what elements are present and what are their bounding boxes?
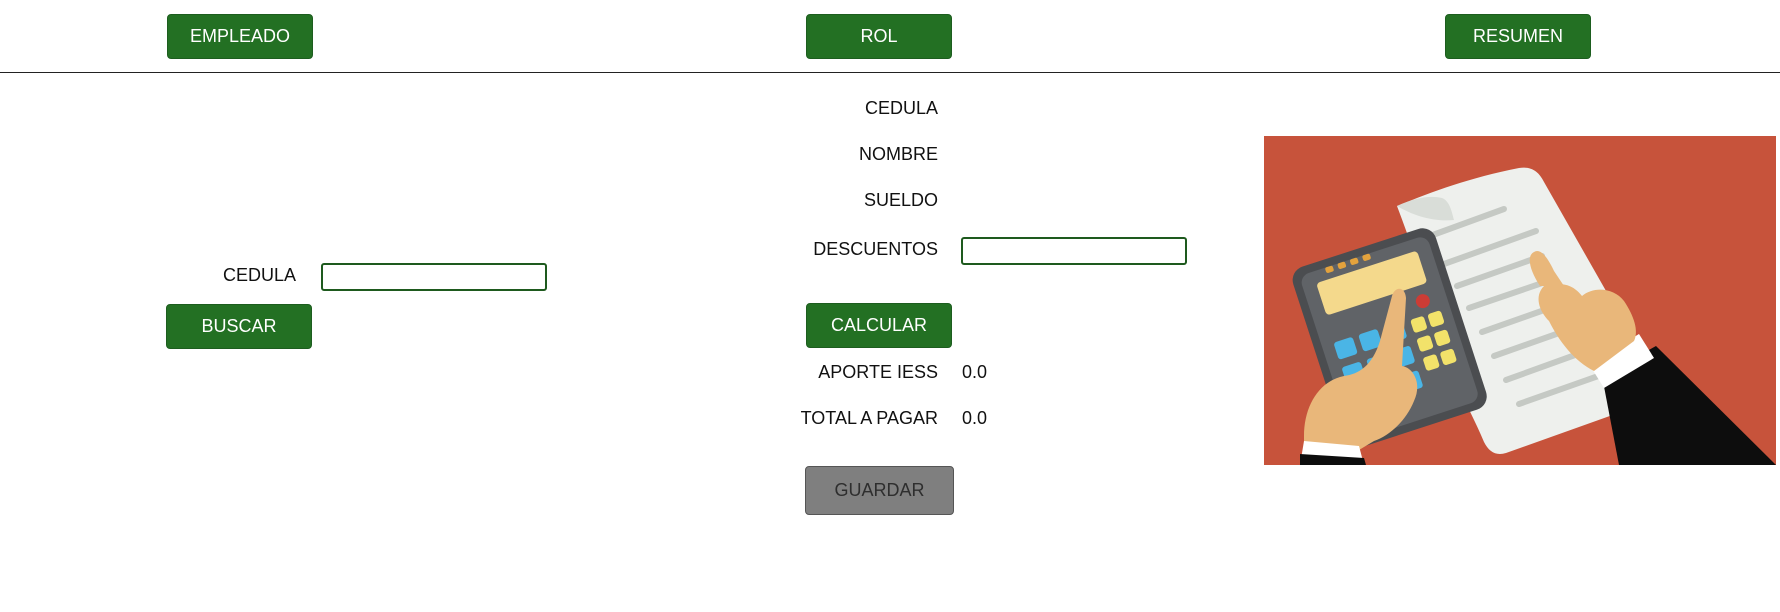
calculator-invoice-illustration bbox=[1264, 136, 1776, 465]
search-cedula-label: CEDULA bbox=[222, 265, 296, 285]
header-divider bbox=[0, 72, 1780, 73]
aporte-iess-value: 0.0 bbox=[962, 362, 988, 382]
total-a-pagar-value: 0.0 bbox=[962, 408, 988, 428]
search-cedula-input[interactable] bbox=[321, 263, 547, 291]
aporte-iess-label: APORTE IESS bbox=[818, 362, 938, 382]
nombre-label: NOMBRE bbox=[858, 144, 938, 164]
descuentos-label: DESCUENTOS bbox=[813, 239, 938, 259]
buscar-button[interactable]: BUSCAR bbox=[166, 304, 312, 349]
calcular-button[interactable]: CALCULAR bbox=[806, 303, 952, 348]
sueldo-label: SUELDO bbox=[863, 190, 938, 210]
cedula-label: CEDULA bbox=[864, 98, 938, 118]
resumen-nav-button[interactable]: RESUMEN bbox=[1445, 14, 1591, 59]
rol-nav-button[interactable]: ROL bbox=[806, 14, 952, 59]
total-a-pagar-label: TOTAL A PAGAR bbox=[800, 408, 938, 428]
descuentos-input[interactable] bbox=[961, 237, 1187, 265]
guardar-button[interactable]: GUARDAR bbox=[805, 466, 954, 515]
empleado-nav-button[interactable]: EMPLEADO bbox=[167, 14, 313, 59]
